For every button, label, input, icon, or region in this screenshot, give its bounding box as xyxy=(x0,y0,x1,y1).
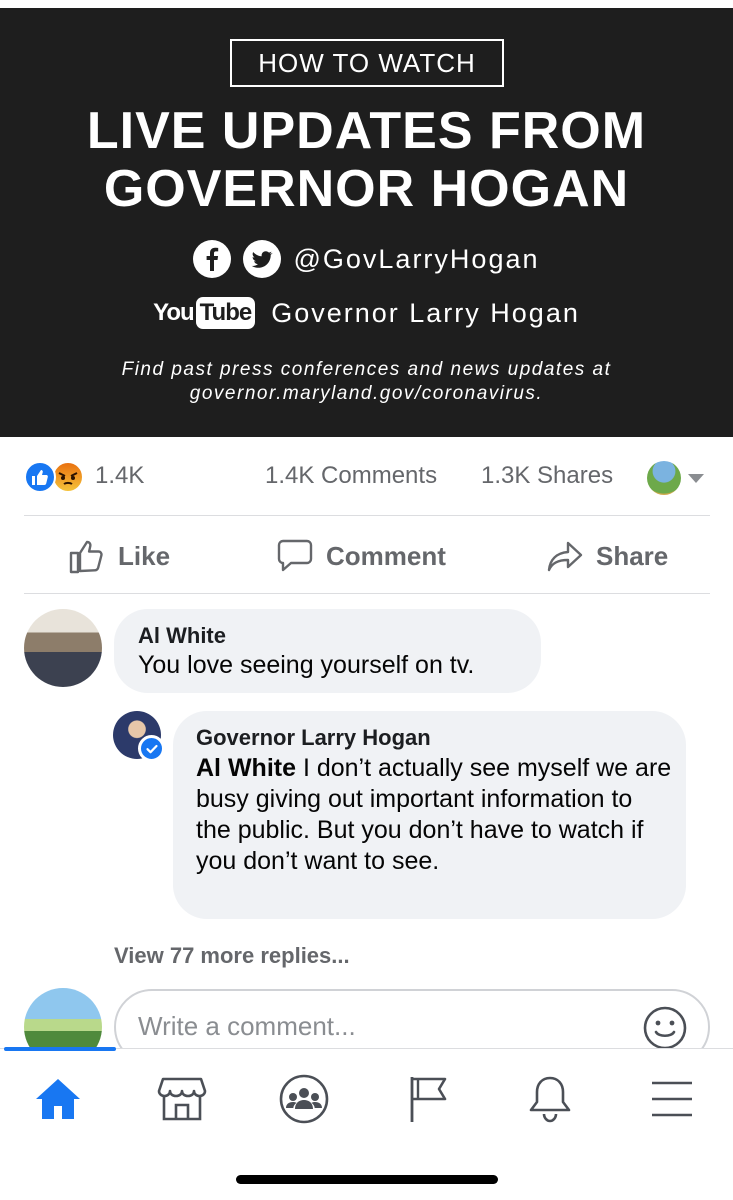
comment-bubble[interactable]: Al White You love seeing yourself on tv. xyxy=(114,609,541,693)
banner-youtube-channel: Governor Larry Hogan xyxy=(271,297,580,328)
twitter-icon xyxy=(243,240,282,278)
banner-footer-note: Find past press conferences and news upd… xyxy=(0,358,733,406)
comment-button[interactable]: Comment xyxy=(276,532,446,580)
divider xyxy=(24,515,710,516)
comment-label: Comment xyxy=(326,540,446,571)
chevron-down-icon[interactable] xyxy=(688,474,704,483)
emoji-smiley-icon[interactable] xyxy=(643,1006,687,1050)
active-tab-indicator xyxy=(4,1047,116,1051)
like-reaction-icon[interactable] xyxy=(24,461,56,493)
angry-reaction-icon[interactable] xyxy=(52,461,84,493)
share-button[interactable]: Share xyxy=(546,532,668,580)
banner-headline: LIVE UPDATES FROM GOVERNOR HOGAN xyxy=(0,102,733,218)
post-image-banner[interactable]: HOW TO WATCH LIVE UPDATES FROM GOVERNOR … xyxy=(0,8,733,437)
banner-footer-line1: Find past press conferences and news upd… xyxy=(121,359,612,380)
youtube-logo-word1: You xyxy=(153,299,195,326)
comments-count[interactable]: 1.4K Comments xyxy=(265,462,437,490)
pages-flag-icon[interactable] xyxy=(398,1069,458,1129)
viewer-avatar[interactable] xyxy=(647,461,681,495)
menu-icon[interactable] xyxy=(642,1069,702,1129)
facebook-icon xyxy=(193,240,232,278)
home-icon[interactable] xyxy=(28,1069,88,1129)
comment-text: You love seeing yourself on tv. xyxy=(138,651,475,679)
comment-bubble-icon xyxy=(277,539,313,572)
reply-author[interactable]: Governor Larry Hogan xyxy=(196,725,431,751)
like-button[interactable]: Like xyxy=(68,532,170,580)
banner-headline-line1: LIVE UPDATES FROM xyxy=(86,102,647,160)
banner-youtube-row: You Tube Governor Larry Hogan xyxy=(0,291,733,335)
youtube-logo-word2: Tube xyxy=(195,297,256,329)
marketplace-icon[interactable] xyxy=(152,1069,212,1129)
banner-social-handle: @GovLarryHogan xyxy=(293,243,540,274)
verified-badge-icon xyxy=(138,735,165,762)
view-more-replies-link[interactable]: View 77 more replies... xyxy=(114,943,350,969)
banner-badge: HOW TO WATCH xyxy=(230,39,504,87)
commenter-avatar[interactable] xyxy=(24,609,102,687)
shares-count[interactable]: 1.3K Shares xyxy=(481,462,613,490)
reply-mention[interactable]: Al White xyxy=(196,754,296,782)
banner-social-row: @GovLarryHogan xyxy=(0,239,733,279)
home-indicator[interactable] xyxy=(236,1175,498,1184)
thumbs-up-icon xyxy=(69,540,103,574)
groups-icon[interactable] xyxy=(274,1069,334,1129)
comment-author[interactable]: Al White xyxy=(138,623,226,649)
share-arrow-icon xyxy=(547,541,583,572)
post-stats-row: 1.4K 1.4K Comments 1.3K Shares xyxy=(24,458,710,498)
share-label: Share xyxy=(596,540,669,571)
notifications-bell-icon[interactable] xyxy=(520,1069,580,1129)
reply-bubble[interactable]: Governor Larry Hogan Al White I don’t ac… xyxy=(173,711,686,919)
write-comment-input[interactable] xyxy=(138,1011,608,1042)
reaction-count[interactable]: 1.4K xyxy=(95,462,144,490)
banner-headline-line2: GOVERNOR HOGAN xyxy=(103,160,630,218)
divider xyxy=(24,593,710,594)
banner-footer-line2: governor.maryland.gov/coronavirus. xyxy=(189,383,544,404)
reply-text: Al White I don’t actually see myself we … xyxy=(196,753,672,877)
like-label: Like xyxy=(118,540,171,571)
youtube-logo-icon: You Tube xyxy=(153,297,256,329)
bottom-tab-bar xyxy=(0,1047,733,1200)
